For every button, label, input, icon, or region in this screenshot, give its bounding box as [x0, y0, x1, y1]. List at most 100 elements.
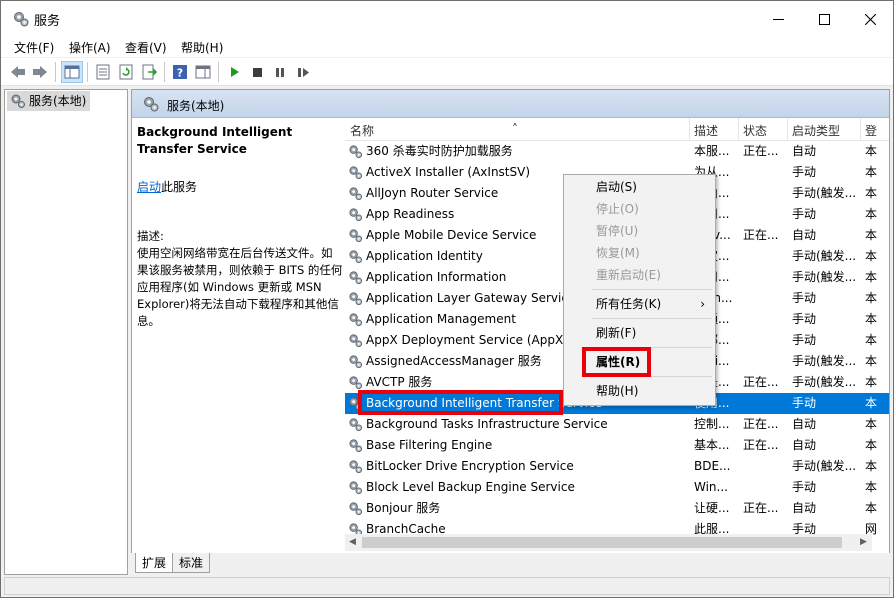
stop-service-button[interactable]: [246, 61, 268, 83]
service-startup-type: 手动: [792, 291, 817, 305]
service-name: Apple Mobile Device Service: [366, 228, 537, 242]
minimize-button[interactable]: [755, 1, 801, 37]
service-row[interactable]: Background Tasks Infrastructure Service 控…: [345, 414, 889, 435]
service-gear-icon: [349, 439, 363, 453]
menu-item-refresh[interactable]: 刷新(F): [564, 322, 715, 344]
close-button[interactable]: [847, 1, 893, 37]
restart-service-button[interactable]: [292, 61, 314, 83]
service-row[interactable]: BitLocker Drive Encryption Service BDE...…: [345, 456, 889, 477]
service-name: AppX Deployment Service (AppXSVC): [366, 333, 593, 347]
menu-item-pause: 暂停(U): [596, 224, 639, 238]
service-name: Application Management: [366, 312, 516, 326]
title-bar: 服务: [1, 1, 893, 37]
horizontal-scrollbar[interactable]: ◀ ▶: [345, 534, 872, 551]
forward-button[interactable]: [29, 61, 51, 83]
service-row[interactable]: Base Filtering Engine 基本... 正在... 自动 本: [345, 435, 889, 456]
services-gear-icon: [11, 94, 25, 108]
tab-extended[interactable]: 扩展: [135, 553, 174, 573]
menu-view[interactable]: 查看(V): [125, 39, 167, 56]
pause-service-button[interactable]: [269, 61, 291, 83]
service-name: Base Filtering Engine: [366, 438, 493, 452]
service-gear-icon: [349, 250, 363, 264]
show-hide-tree-button[interactable]: [61, 61, 83, 83]
service-startup-type: 自动: [792, 417, 817, 431]
service-row[interactable]: Block Level Backup Engine Service Win... 手…: [345, 477, 889, 498]
menu-help[interactable]: 帮助(H): [181, 39, 223, 56]
service-startup-type: 手动(触发...: [792, 186, 857, 200]
window-title: 服务: [34, 14, 61, 29]
service-logon: 本: [865, 417, 878, 431]
tree-item-services-local[interactable]: 服务(本地): [7, 91, 91, 111]
service-gear-icon: [349, 229, 363, 243]
column-logon-as[interactable]: 登: [865, 122, 877, 139]
service-startup-type: 手动: [792, 207, 817, 221]
tree-item-label: 服务(本地): [29, 94, 87, 108]
scroll-right-icon[interactable]: ▶: [860, 537, 867, 547]
service-gear-icon: [349, 271, 363, 285]
services-pane: 服务(本地) Background Intelligent Transfer S…: [131, 89, 890, 575]
start-service-suffix: 此服务: [161, 180, 198, 194]
refresh-toolbar-button[interactable]: [115, 61, 137, 83]
description-label: 描述:: [137, 229, 164, 243]
pane-header: 服务(本地): [132, 90, 889, 118]
service-logon: 本: [865, 291, 878, 305]
help-toolbar-button[interactable]: ?: [169, 61, 191, 83]
service-description: 控制...: [694, 417, 730, 431]
pause-icon: [276, 68, 284, 77]
column-description[interactable]: 描述: [694, 122, 718, 139]
service-gear-icon: [349, 145, 363, 159]
export-list-button[interactable]: [138, 61, 160, 83]
menu-item-help[interactable]: 帮助(H): [564, 380, 715, 402]
service-gear-icon: [349, 166, 363, 180]
service-name: Block Level Backup Engine Service: [366, 480, 575, 494]
action-pane-button[interactable]: [192, 61, 214, 83]
service-startup-type: 手动: [792, 396, 817, 410]
service-status: 正在...: [743, 438, 779, 452]
horizontal-scroll-thumb[interactable]: [362, 537, 842, 548]
menu-item-start[interactable]: 启动(S): [564, 176, 715, 198]
service-startup-type: 手动: [792, 312, 817, 326]
service-logon: 本: [865, 186, 878, 200]
service-logon: 本: [865, 165, 878, 179]
services-gear-icon: [144, 97, 159, 112]
service-status: 正在...: [743, 375, 779, 389]
service-logon: 本: [865, 207, 878, 221]
highlight-properties-item: [582, 347, 651, 377]
menu-item-all-tasks[interactable]: 所有任务(K) ›: [564, 293, 715, 315]
service-logon: 本: [865, 375, 878, 389]
menu-file[interactable]: 文件(F): [14, 39, 54, 56]
column-startup-type[interactable]: 启动类型: [792, 122, 840, 139]
service-logon: 本: [865, 270, 878, 284]
column-name[interactable]: 名称: [350, 122, 374, 139]
start-service-button[interactable]: [223, 61, 245, 83]
service-logon: 本: [865, 249, 878, 263]
service-gear-icon: [349, 481, 363, 495]
menu-bar: 文件(F) 操作(A) 查看(V) 帮助(H): [1, 37, 893, 57]
tab-standard[interactable]: 标准: [172, 553, 211, 573]
menu-action[interactable]: 操作(A): [69, 39, 111, 56]
minimize-icon: [772, 18, 784, 20]
close-icon: [864, 13, 876, 25]
service-gear-icon: [349, 187, 363, 201]
service-gear-icon: [349, 313, 363, 327]
description-text: 使用空闲网络带宽在后台传送文件。如果该服务被禁用，则依赖于 BITS 的任何应用…: [137, 246, 343, 328]
service-logon: 本: [865, 144, 878, 158]
service-name: Background Tasks Infrastructure Service: [366, 417, 608, 431]
service-name: Bonjour 服务: [366, 501, 441, 515]
properties-toolbar-button[interactable]: [92, 61, 114, 83]
service-name: AssignedAccessManager 服务: [366, 354, 542, 368]
console-tree: 服务(本地): [4, 89, 128, 575]
menu-item-restart: 重新启动(E): [596, 268, 661, 282]
service-startup-type: 手动(触发...: [792, 459, 857, 473]
start-service-link[interactable]: 启动: [137, 180, 161, 194]
service-name: AllJoyn Router Service: [366, 186, 499, 200]
scroll-left-icon[interactable]: ◀: [349, 537, 356, 547]
service-row[interactable]: Bonjour 服务 让硬... 正在... 自动 本: [345, 498, 889, 519]
back-button[interactable]: [7, 61, 29, 83]
properties-sheet-icon: [96, 64, 110, 80]
maximize-button[interactable]: [801, 1, 847, 37]
play-icon: [231, 67, 239, 77]
column-status[interactable]: 状态: [743, 122, 767, 139]
service-row[interactable]: 360 杀毒实时防护加载服务 本服... 正在... 自动 本: [345, 141, 889, 162]
service-startup-type: 手动(触发...: [792, 375, 857, 389]
